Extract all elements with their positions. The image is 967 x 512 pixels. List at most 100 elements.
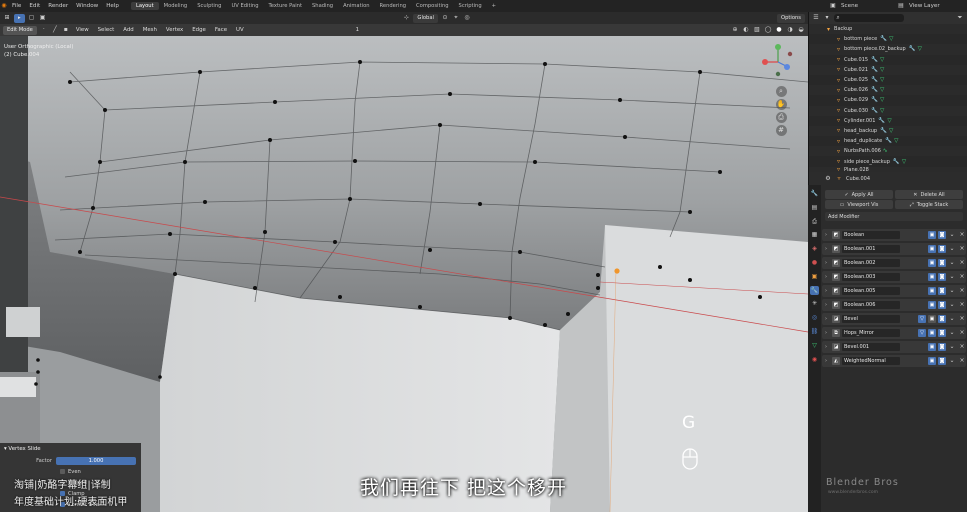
world-tab-icon[interactable]: ● xyxy=(810,258,819,267)
menu-edge[interactable]: Edge xyxy=(189,27,209,33)
dropdown-icon[interactable]: ⌄ xyxy=(948,329,956,336)
camera-toggle-icon[interactable]: ◙ xyxy=(938,286,946,295)
remove-modifier-icon[interactable]: × xyxy=(958,259,966,266)
dropdown-icon[interactable]: ⌄ xyxy=(948,287,956,294)
particles-tab-icon[interactable]: ✳ xyxy=(810,299,819,308)
toggle-stack-button[interactable]: ⤢ Toggle Stack xyxy=(895,200,963,209)
editmode-toggle-icon[interactable]: ▣ xyxy=(928,342,936,351)
blender-logo-icon[interactable]: ◉ xyxy=(0,2,8,10)
expand-icon[interactable]: › xyxy=(822,344,830,350)
proportional-icon[interactable]: ◎ xyxy=(463,14,471,22)
expand-icon[interactable]: › xyxy=(822,288,830,294)
menu-face[interactable]: Face xyxy=(212,27,230,33)
camera-toggle-icon[interactable]: ◙ xyxy=(938,356,946,365)
panel-title[interactable]: ▾ Vertex Slide xyxy=(4,445,137,454)
menu-uv[interactable]: UV xyxy=(233,27,247,33)
expand-icon[interactable]: › xyxy=(822,260,830,266)
camera-toggle-icon[interactable]: ◙ xyxy=(938,314,946,323)
outliner-item[interactable]: ▿ NurbsPath.006 ∿ xyxy=(809,146,967,157)
editmode-toggle-icon[interactable]: ▣ xyxy=(928,328,936,337)
ortho-grid-icon[interactable]: # xyxy=(775,125,787,136)
view-layer-tab-icon[interactable]: ▦ xyxy=(810,230,819,239)
dropdown-icon[interactable]: ⌄ xyxy=(948,273,956,280)
scene-tab-icon[interactable]: ◈ xyxy=(810,244,819,253)
remove-modifier-icon[interactable]: × xyxy=(958,231,966,238)
filter-icon[interactable]: ⏷ xyxy=(956,14,964,22)
expand-icon[interactable]: › xyxy=(822,358,830,364)
overlay-toggle-icon[interactable]: ◐ xyxy=(742,26,750,34)
vertex-select-icon[interactable]: · xyxy=(40,26,48,34)
remove-modifier-icon[interactable]: × xyxy=(958,357,966,364)
mode-dropdown[interactable]: Edit Mode xyxy=(3,25,37,35)
remove-modifier-icon[interactable]: × xyxy=(958,301,966,308)
editmode-toggle-icon[interactable]: ▣ xyxy=(928,230,936,239)
menu-render[interactable]: Render xyxy=(44,3,72,9)
outliner-item[interactable]: ▿ Cube.021 🔧 ▽ xyxy=(809,64,967,75)
object-tab-icon[interactable]: ▣ xyxy=(810,272,819,281)
tab-sculpting[interactable]: Sculpting xyxy=(192,2,226,10)
dropdown-icon[interactable]: ⌄ xyxy=(948,343,956,350)
expand-icon[interactable]: › xyxy=(822,232,830,238)
expand-icon[interactable]: › xyxy=(822,330,830,336)
modifier-row[interactable]: › ◪ Bevel ▽ ▣ ◙ ⌄ × xyxy=(822,313,966,325)
delete-all-button[interactable]: ✕ Delete All xyxy=(895,190,963,199)
outliner-item[interactable]: ▿ bottom piece.02_backup 🔧 ▽ xyxy=(809,44,967,55)
modifier-tab-icon[interactable]: 🔧 xyxy=(810,285,819,295)
remove-modifier-icon[interactable]: × xyxy=(958,343,966,350)
tab-shading[interactable]: Shading xyxy=(307,2,338,10)
apply-all-button[interactable]: ✓ Apply All xyxy=(825,190,893,199)
menu-add[interactable]: Add xyxy=(120,27,136,33)
tool-tab-icon[interactable]: 🔧 xyxy=(810,189,819,198)
cage-toggle-icon[interactable]: ▽ xyxy=(918,314,926,323)
remove-modifier-icon[interactable]: × xyxy=(958,287,966,294)
tab-texture-paint[interactable]: Texture Paint xyxy=(264,2,307,10)
3d-viewport[interactable] xyxy=(0,12,808,512)
factor-field[interactable]: 1.000 xyxy=(56,456,136,465)
camera-toggle-icon[interactable]: ◙ xyxy=(938,342,946,351)
outliner-item[interactable]: ▿ head_duplicate 🔧 ▽ xyxy=(809,136,967,146)
dropdown-icon[interactable]: ⌄ xyxy=(948,315,956,322)
menu-help[interactable]: Help xyxy=(102,3,123,9)
outliner-item-backup[interactable]: ▾ Backup xyxy=(809,24,967,35)
select-extend-icon[interactable]: ▣ xyxy=(39,14,47,22)
cage-toggle-icon[interactable]: ▽ xyxy=(918,328,926,337)
gizmo-toggle-icon[interactable]: ⊕ xyxy=(731,26,739,34)
pan-hand-icon[interactable]: ✋ xyxy=(775,99,787,110)
selected-vertex[interactable] xyxy=(614,268,620,274)
edge-select-icon[interactable]: ╱ xyxy=(51,26,59,34)
expand-icon[interactable]: › xyxy=(822,316,830,322)
even-checkbox[interactable] xyxy=(60,469,65,474)
options-dropdown[interactable]: Options xyxy=(776,13,805,23)
expand-icon[interactable]: › xyxy=(822,246,830,252)
constraints-tab-icon[interactable]: ⛓ xyxy=(810,327,819,336)
render-tab-icon[interactable]: ▤ xyxy=(810,203,819,212)
transform-orientation-dropdown[interactable]: Global xyxy=(413,13,438,23)
wireframe-shading-icon[interactable]: ◯ xyxy=(764,26,772,34)
outliner-item[interactable]: ▿ bottom piece 🔧 ▽ xyxy=(809,34,967,44)
editmode-toggle-icon[interactable]: ▣ xyxy=(928,356,936,365)
remove-modifier-icon[interactable]: × xyxy=(958,329,966,336)
outliner-editor-icon[interactable]: ☰ xyxy=(812,14,820,22)
properties-editor-icon[interactable]: ⚙ xyxy=(824,175,832,183)
editmode-toggle-icon[interactable]: ▣ xyxy=(928,300,936,309)
tab-uv-editing[interactable]: UV Editing xyxy=(226,2,263,10)
select-tool-icon[interactable]: ▸ xyxy=(14,13,25,23)
dropdown-icon[interactable]: ⌄ xyxy=(948,245,956,252)
tab-compositing[interactable]: Compositing xyxy=(411,2,454,10)
modifier-row[interactable]: › ⧉ Hops_Mirror ▽ ▣ ◙ ⌄ × xyxy=(822,327,966,339)
physics-tab-icon[interactable]: ◎ xyxy=(810,313,819,322)
menu-window[interactable]: Window xyxy=(72,3,102,9)
zoom-icon[interactable]: ⌕ xyxy=(775,86,787,97)
data-tab-icon[interactable]: ▽ xyxy=(810,341,819,350)
camera-toggle-icon[interactable]: ◙ xyxy=(938,272,946,281)
editmode-toggle-icon[interactable]: ▣ xyxy=(928,272,936,281)
camera-toggle-icon[interactable]: ◙ xyxy=(938,300,946,309)
menu-vertex[interactable]: Vertex xyxy=(163,27,186,33)
camera-toggle-icon[interactable]: ◙ xyxy=(938,244,946,253)
dropdown-icon[interactable]: ⌄ xyxy=(948,231,956,238)
dropdown-icon[interactable]: ⌄ xyxy=(948,259,956,266)
dropdown-icon[interactable]: ⌄ xyxy=(948,357,956,364)
modifier-row[interactable]: › ◪ Bevel.001 ▣ ◙ ⌄ × xyxy=(822,341,966,353)
remove-modifier-icon[interactable]: × xyxy=(958,245,966,252)
expand-icon[interactable]: › xyxy=(822,302,830,308)
